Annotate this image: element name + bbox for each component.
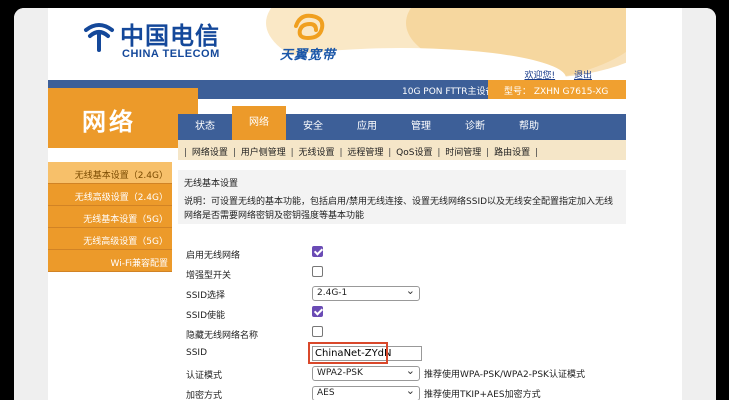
china-telecom-logo: 中国电信 CHINA TELECOM [82, 12, 222, 62]
content-title: 无线基本设置 [184, 179, 239, 189]
subtab-user-side-management[interactable]: 用户侧管理 [241, 148, 286, 158]
form-row: 启用无线网络 [186, 244, 626, 264]
leftnav-wireless-basic-24g[interactable]: 无线基本设置（2.4G） [48, 162, 172, 184]
page-left-margin [14, 8, 48, 400]
welcome-link[interactable]: 欢迎您! [525, 71, 556, 80]
product-name: 10G PON FTTR主设备 [402, 87, 495, 97]
enhanced-switch-label: 增强型开关 [186, 271, 232, 281]
enable-wireless-label: 启用无线网络 [186, 251, 241, 261]
top-links: 欢迎您! 退出 [509, 68, 593, 80]
form-row: SSID选择 2.4G-1 [186, 284, 626, 304]
subtab-separator: | [486, 148, 490, 158]
content-panel: 无线基本设置 说明：可设置无线的基本功能，包括启用/禁用无线连接、设置无线网络S… [178, 160, 626, 400]
form-row: 隐藏无线网络名称 [186, 324, 626, 344]
subtab-separator: | [534, 148, 539, 158]
tianyi-broadband-logo: 天翼宽带 [280, 12, 390, 64]
form-row: 加密方式 AES 推荐使用TKIP+AES加密方式 [186, 384, 626, 400]
form-row: 增强型开关 [186, 264, 626, 284]
china-telecom-logo-icon [84, 23, 114, 52]
header: 中国电信 CHINA TELECOM 天翼宽带 欢迎您! 退出 [48, 8, 626, 80]
auth-mode-label: 认证模式 [186, 371, 223, 381]
model-badge: 型号： ZXHN G7615-XG [488, 80, 626, 99]
auth-mode-dropdown[interactable]: WPA2-PSK [312, 364, 420, 381]
subtab-routing-settings[interactable]: 路由设置 [494, 148, 530, 158]
leftnav-wireless-basic-5g[interactable]: 无线基本设置（5G） [48, 206, 172, 228]
content-description: 说明：可设置无线的基本功能，包括启用/禁用无线连接、设置无线网络SSID以及无线… [184, 197, 614, 221]
description-box: 无线基本设置 说明：可设置无线的基本功能，包括启用/禁用无线连接、设置无线网络S… [178, 170, 626, 224]
form-row: SSID使能 [186, 304, 626, 324]
encryption-hint: 推荐使用TKIP+AES加密方式 [424, 390, 541, 400]
tab-help[interactable]: 帮助 [502, 114, 556, 140]
ssid-label: SSID [186, 348, 208, 358]
subtab-remote-management[interactable]: 远程管理 [347, 148, 383, 158]
tianyi-broadband-text: 天翼宽带 [280, 48, 337, 63]
subtab-separator: | [339, 148, 343, 158]
subtab-separator: | [388, 148, 392, 158]
enable-wireless-checkbox[interactable] [312, 246, 323, 257]
subtab-separator: | [184, 148, 188, 158]
leftnav-wireless-advanced-24g[interactable]: 无线高级设置（2.4G） [48, 184, 172, 206]
ssid-select-label: SSID选择 [186, 291, 226, 301]
leftnav-wireless-advanced-5g[interactable]: 无线高级设置（5G） [48, 228, 172, 250]
tab-management[interactable]: 管理 [394, 114, 448, 140]
tab-security[interactable]: 安全 [286, 114, 340, 140]
subtab-qos-settings[interactable]: QoS设置 [396, 148, 432, 158]
subtab-time-management[interactable]: 时间管理 [445, 148, 481, 158]
ssid-enable-checkbox[interactable] [312, 306, 323, 317]
china-telecom-name-en: CHINA TELECOM [122, 48, 220, 60]
section-title-block: 网络 [48, 88, 198, 148]
logout-link[interactable]: 退出 [574, 71, 592, 80]
enhanced-switch-checkbox[interactable] [312, 266, 323, 277]
hide-ssid-label: 隐藏无线网络名称 [186, 331, 259, 341]
page-right-margin [682, 8, 716, 400]
form-row: SSID ChinaNet-ZYdN [186, 342, 626, 364]
tab-network[interactable]: 网络 [232, 106, 286, 140]
form-row: 认证模式 WPA2-PSK 推荐使用WPA-PSK/WPA2-PSK认证模式 [186, 364, 626, 384]
main-tabs: 状态 网络 安全 应用 管理 诊断 帮助 [178, 106, 626, 140]
tab-status[interactable]: 状态 [178, 114, 232, 140]
ssid-enable-label: SSID使能 [186, 311, 226, 321]
hide-ssid-checkbox[interactable] [312, 326, 323, 337]
left-nav: 无线基本设置（2.4G） 无线高级设置（2.4G） 无线基本设置（5G） 无线高… [48, 162, 172, 272]
subtab-separator: | [290, 148, 294, 158]
sub-tabs: | 网络设置 | 用户侧管理 | 无线设置 | 远程管理 | QoS设置 | 时… [178, 140, 626, 160]
china-telecom-name-cn: 中国电信 [120, 21, 220, 50]
subtab-wireless-settings[interactable]: 无线设置 [299, 148, 335, 158]
subtab-network-settings[interactable]: 网络设置 [192, 148, 228, 158]
router-admin-page: 中国电信 CHINA TELECOM 天翼宽带 欢迎您! 退出 10G PON … [14, 8, 716, 400]
subtab-separator: | [232, 148, 236, 158]
tianyi-logo-icon [294, 13, 325, 41]
tab-diagnostics[interactable]: 诊断 [448, 114, 502, 140]
ssid-select-dropdown[interactable]: 2.4G-1 [312, 284, 420, 301]
ssid-highlight-box [308, 342, 388, 364]
tab-applications[interactable]: 应用 [340, 114, 394, 140]
section-title: 网络 [82, 108, 136, 136]
auth-mode-hint: 推荐使用WPA-PSK/WPA2-PSK认证模式 [424, 370, 585, 380]
screenshot-frame: 中国电信 CHINA TELECOM 天翼宽带 欢迎您! 退出 10G PON … [0, 0, 729, 400]
subtab-separator: | [437, 148, 441, 158]
leftnav-wifi-compat-config[interactable]: Wi-Fi兼容配置 [48, 250, 172, 272]
encryption-label: 加密方式 [186, 391, 223, 400]
encryption-dropdown[interactable]: AES [312, 384, 420, 400]
